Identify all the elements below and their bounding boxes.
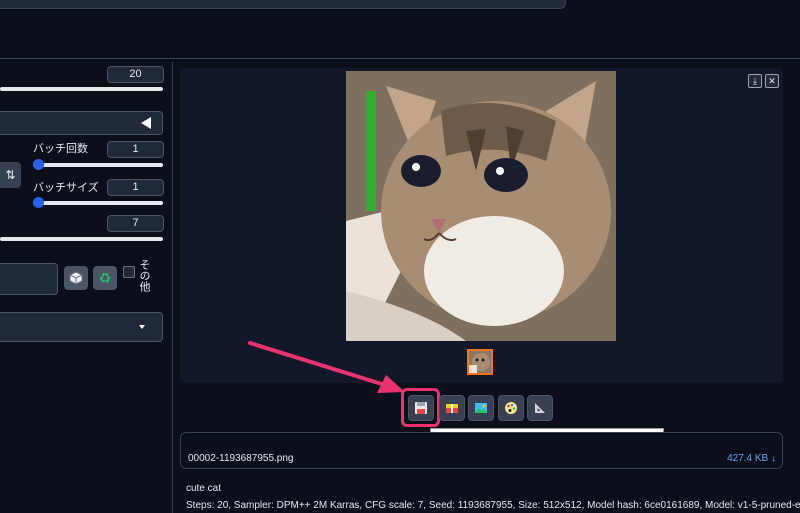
- save-button[interactable]: [408, 395, 434, 421]
- batch-count-slider[interactable]: [33, 163, 163, 167]
- dice-icon: [69, 271, 83, 285]
- archive-icon: [446, 404, 458, 413]
- extra-label: その他: [138, 259, 150, 292]
- send-to-img2img-button[interactable]: [468, 395, 494, 421]
- generated-image[interactable]: [346, 71, 616, 341]
- swap-icon: ⇅: [5, 168, 16, 182]
- seed-input[interactable]: [0, 263, 58, 295]
- triangle-ruler-icon: [535, 403, 545, 413]
- cfg-slider[interactable]: [0, 237, 163, 241]
- script-dropdown[interactable]: [0, 312, 163, 342]
- generation-prompt: cute cat: [186, 483, 222, 494]
- batch-count-value[interactable]: 1: [107, 141, 164, 158]
- recycle-icon: ♻: [98, 270, 112, 286]
- chevron-down-icon[interactable]: [139, 325, 145, 329]
- collapse-arrow-icon[interactable]: [141, 117, 151, 129]
- extra-checkbox[interactable]: [123, 266, 135, 278]
- palette-icon: [505, 402, 517, 414]
- batch-size-value[interactable]: 1: [107, 179, 164, 196]
- zip-button[interactable]: [439, 395, 465, 421]
- file-name[interactable]: 00002-1193687955.png: [188, 453, 293, 464]
- thumbnail-image: [469, 351, 491, 373]
- file-size-download-link[interactable]: 427.4 KB ↓: [727, 453, 776, 464]
- floppy-disk-icon: [415, 402, 427, 414]
- random-seed-button[interactable]: [64, 266, 88, 290]
- steps-slider[interactable]: [0, 87, 163, 91]
- batch-size-label: バッチサイズ: [33, 182, 99, 194]
- thumbnail[interactable]: [467, 349, 493, 375]
- close-icon[interactable]: ✕: [765, 74, 779, 88]
- download-icon[interactable]: ⤓: [748, 74, 762, 88]
- steps-value[interactable]: 20: [107, 66, 164, 83]
- batch-count-handle[interactable]: [33, 159, 44, 170]
- send-to-inpaint-button[interactable]: [498, 395, 524, 421]
- swap-dimensions-button[interactable]: ⇅: [0, 162, 21, 188]
- batch-count-label: バッチ回数: [33, 143, 88, 155]
- generation-settings-panel: 20 ⇅ バッチ回数 1 バッチサイズ 1 7 ♻ その他: [0, 62, 170, 513]
- batch-size-slider[interactable]: [33, 201, 163, 205]
- pointer-arrow: [248, 341, 405, 393]
- prompt-textarea-bottom[interactable]: [0, 0, 566, 9]
- generation-parameters: Steps: 20, Sampler: DPM++ 2M Karras, CFG…: [186, 500, 800, 511]
- cat-image: [346, 71, 616, 341]
- file-download-box: 00002-1193687955.png 427.4 KB ↓: [180, 432, 783, 469]
- reuse-seed-button[interactable]: ♻: [93, 266, 117, 290]
- batch-size-handle[interactable]: [33, 197, 44, 208]
- sampler-dropdown[interactable]: [0, 111, 163, 135]
- divider: [0, 58, 800, 59]
- picture-icon: [475, 403, 487, 413]
- send-to-extras-button[interactable]: [527, 395, 553, 421]
- cfg-value[interactable]: 7: [107, 215, 164, 232]
